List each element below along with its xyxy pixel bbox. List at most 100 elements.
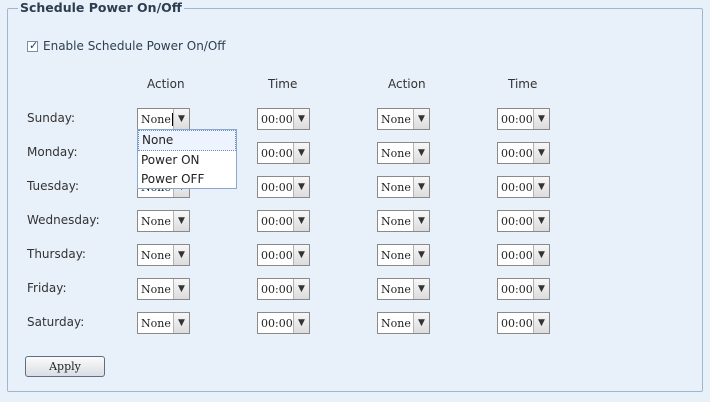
action-select-1[interactable]: None▼ <box>137 210 190 232</box>
select-value: 00:00 <box>258 147 293 160</box>
chevron-down-icon[interactable]: ▼ <box>293 279 309 299</box>
chevron-down-icon[interactable]: ▼ <box>173 109 189 129</box>
time-select-1[interactable]: 00:00 ▼ <box>257 312 310 334</box>
select-value-text: 00:00 <box>261 180 293 194</box>
chevron-down-icon[interactable]: ▼ <box>533 211 549 231</box>
chevron-down-icon[interactable]: ▼ <box>413 211 429 231</box>
time-select-2[interactable]: 00:00 ▼ <box>497 278 550 300</box>
action-select-2[interactable]: None ▼ <box>377 210 430 232</box>
day-label: Tuesday: <box>27 179 79 193</box>
action-select-2[interactable]: None ▼ <box>377 176 430 198</box>
chevron-down-icon[interactable]: ▼ <box>413 245 429 265</box>
select-value-text: 00:00 <box>501 248 533 262</box>
chevron-down-icon[interactable]: ▼ <box>293 109 309 129</box>
time-select-1[interactable]: 00:00 ▼ <box>257 108 310 130</box>
chevron-down-icon[interactable]: ▼ <box>173 211 189 231</box>
chevron-down-icon[interactable]: ▼ <box>173 245 189 265</box>
time-select-2[interactable]: 00:00 ▼ <box>497 244 550 266</box>
select-value-text: 00:00 <box>501 214 533 228</box>
chevron-down-icon[interactable]: ▼ <box>413 177 429 197</box>
select-value-text: None <box>381 112 411 126</box>
select-value-text: 00:00 <box>501 316 533 330</box>
select-value: 00:00 <box>258 283 293 296</box>
time-select-2[interactable]: 00:00 ▼ <box>497 312 550 334</box>
day-label: Wednesday: <box>27 213 100 227</box>
chevron-down-icon[interactable]: ▼ <box>293 313 309 333</box>
select-value-text: None <box>381 248 411 262</box>
select-value-text: None <box>141 112 173 126</box>
select-value-text: None <box>381 146 411 160</box>
chevron-down-icon[interactable]: ▼ <box>293 177 309 197</box>
apply-button[interactable]: Apply <box>25 356 105 377</box>
time-select-2[interactable]: 00:00 ▼ <box>497 210 550 232</box>
chevron-down-icon[interactable]: ▼ <box>413 313 429 333</box>
action-select-1[interactable]: None▼ <box>137 108 190 130</box>
select-value-text: None <box>381 282 411 296</box>
select-value-text: None <box>381 214 411 228</box>
chevron-down-icon[interactable]: ▼ <box>533 313 549 333</box>
chevron-down-icon[interactable]: ▼ <box>173 279 189 299</box>
select-value: None <box>378 317 413 330</box>
time-select-2[interactable]: 00:00 ▼ <box>497 142 550 164</box>
action-select-2[interactable]: None ▼ <box>377 278 430 300</box>
day-label: Thursday: <box>27 247 86 261</box>
select-value: 00:00 <box>498 147 533 160</box>
action-dropdown-list: None Power ON Power OFF <box>137 129 237 189</box>
chevron-down-icon[interactable]: ▼ <box>533 245 549 265</box>
action-select-2[interactable]: None ▼ <box>377 312 430 334</box>
action-select-1[interactable]: None▼ <box>137 278 190 300</box>
action-select-2[interactable]: None ▼ <box>377 142 430 164</box>
chevron-down-icon[interactable]: ▼ <box>533 143 549 163</box>
time-select-1[interactable]: 00:00 ▼ <box>257 210 310 232</box>
time-select-1[interactable]: 00:00 ▼ <box>257 142 310 164</box>
select-value-text: 00:00 <box>261 146 293 160</box>
chevron-down-icon[interactable]: ▼ <box>413 109 429 129</box>
select-value: 00:00 <box>258 181 293 194</box>
chevron-down-icon[interactable]: ▼ <box>533 109 549 129</box>
enable-schedule-label[interactable]: Enable Schedule Power On/Off <box>43 39 226 53</box>
time-select-1[interactable]: 00:00 ▼ <box>257 176 310 198</box>
action-select-1[interactable]: None▼ <box>137 244 190 266</box>
chevron-down-icon[interactable]: ▼ <box>533 177 549 197</box>
select-value: 00:00 <box>498 283 533 296</box>
header-time-1: Time <box>268 77 298 91</box>
chevron-down-icon[interactable]: ▼ <box>413 143 429 163</box>
select-value: None <box>138 317 173 330</box>
select-value: 00:00 <box>498 181 533 194</box>
chevron-down-icon[interactable]: ▼ <box>293 143 309 163</box>
chevron-down-icon[interactable]: ▼ <box>413 279 429 299</box>
select-value: None <box>138 249 173 262</box>
select-value-text: 00:00 <box>261 316 293 330</box>
select-value-text: None <box>381 180 411 194</box>
action-select-2[interactable]: None ▼ <box>377 108 430 130</box>
time-select-1[interactable]: 00:00 ▼ <box>257 244 310 266</box>
select-value-text: None <box>141 316 171 330</box>
select-value-text: 00:00 <box>261 112 293 126</box>
dropdown-option-power-on[interactable]: Power ON <box>138 151 236 170</box>
select-value: None <box>378 283 413 296</box>
action-select-1[interactable]: None▼ <box>137 312 190 334</box>
action-select-2[interactable]: None ▼ <box>377 244 430 266</box>
time-select-2[interactable]: 00:00 ▼ <box>497 108 550 130</box>
select-value: 00:00 <box>498 215 533 228</box>
select-value: None <box>138 283 173 296</box>
day-label: Sunday: <box>27 111 76 125</box>
dropdown-option-none[interactable]: None <box>138 130 236 151</box>
select-value-text: 00:00 <box>261 282 293 296</box>
select-value: 00:00 <box>258 249 293 262</box>
time-select-1[interactable]: 00:00 ▼ <box>257 278 310 300</box>
select-value: None <box>378 113 413 126</box>
chevron-down-icon[interactable]: ▼ <box>173 313 189 333</box>
enable-schedule-checkbox[interactable]: ✓ <box>27 39 38 52</box>
select-value: None <box>138 112 173 126</box>
select-value: 00:00 <box>258 215 293 228</box>
time-select-2[interactable]: 00:00 ▼ <box>497 176 550 198</box>
chevron-down-icon[interactable]: ▼ <box>533 279 549 299</box>
header-action-1: Action <box>147 77 185 91</box>
chevron-down-icon[interactable]: ▼ <box>293 245 309 265</box>
dropdown-option-power-off[interactable]: Power OFF <box>138 170 236 189</box>
select-value: 00:00 <box>498 113 533 126</box>
select-value: None <box>378 215 413 228</box>
enable-schedule-row[interactable]: ✓ Enable Schedule Power On/Off <box>27 39 226 53</box>
chevron-down-icon[interactable]: ▼ <box>293 211 309 231</box>
